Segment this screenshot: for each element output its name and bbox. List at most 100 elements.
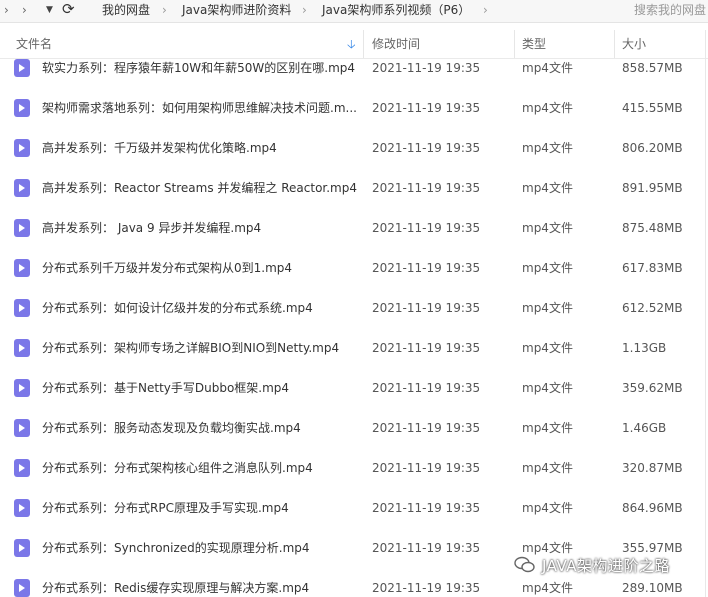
nav-back-icon[interactable]: › [4,0,9,22]
file-size: 1.13GB [622,341,667,355]
column-divider[interactable] [363,30,364,58]
video-file-icon [14,539,30,557]
file-name[interactable]: 高并发系列：Reactor Streams 并发编程之 Reactor.mp4 [42,178,360,198]
video-file-icon [14,379,30,397]
toolbar: › › ▼ ⟳ 我的网盘 › Java架构师进阶资料 › Java架构师系列视频… [0,0,708,23]
file-size: 612.52MB [622,301,683,315]
file-size: 858.57MB [622,61,683,75]
file-row[interactable]: 高并发系列：千万级并发架构优化策略.mp4 2021-11-19 19:35 mp4… [0,138,708,178]
refresh-icon[interactable]: ⟳ [62,0,75,22]
file-type: mp4文件 [522,461,573,475]
file-modified: 2021-11-19 19:35 [372,301,481,315]
file-row[interactable]: 分布式系列：架构师专场之详解BIO到NIO到Netty.mp4 2021-11-1… [0,338,708,378]
file-name[interactable]: 分布式系列：Redis缓存实现原理与解决方案.mp4 [42,578,360,597]
file-type: mp4文件 [522,221,573,235]
file-row[interactable]: 架构师需求落地系列：如何用架构师思维解决技术问题.m... 2021-11-19 … [0,98,708,138]
column-size-header[interactable]: 大小 [622,30,646,58]
history-dropdown-icon[interactable]: ▼ [46,0,53,22]
file-modified: 2021-11-19 19:35 [372,421,481,435]
watermark: JAVA架构进阶之路 [514,552,670,580]
file-row[interactable]: 分布式系列：基于Netty手写Dubbo框架.mp4 2021-11-19 19:… [0,378,708,418]
file-size: 1.46GB [622,421,667,435]
file-type: mp4文件 [522,581,573,595]
file-modified: 2021-11-19 19:35 [372,581,481,595]
file-type: mp4文件 [522,141,573,155]
video-file-icon [14,259,30,277]
file-list: 软实力系列：程序猿年薪10W和年薪50W的区别在哪.mp4 2021-11-19 … [0,58,708,597]
file-type: mp4文件 [522,61,573,75]
file-type: mp4文件 [522,181,573,195]
watermark-text: JAVA架构进阶之路 [542,557,671,575]
column-divider[interactable] [614,30,615,58]
file-modified: 2021-11-19 19:35 [372,541,481,555]
file-modified: 2021-11-19 19:35 [372,141,481,155]
file-name[interactable]: 分布式系列：如何设计亿级并发的分布式系统.mp4 [42,298,360,318]
file-name[interactable]: 分布式系列：分布式架构核心组件之消息队列.mp4 [42,458,360,478]
file-size: 320.87MB [622,461,683,475]
file-modified: 2021-11-19 19:35 [372,381,481,395]
column-modified-header[interactable]: 修改时间 [372,30,420,58]
video-file-icon [14,339,30,357]
video-file-icon [14,179,30,197]
search-input[interactable]: 搜索我的网盘 [634,0,706,22]
file-row[interactable]: 分布式系列：如何设计亿级并发的分布式系统.mp4 2021-11-19 19:35… [0,298,708,338]
file-row[interactable]: 分布式系列：分布式架构核心组件之消息队列.mp4 2021-11-19 19:35… [0,458,708,498]
video-file-icon [14,299,30,317]
video-file-icon [14,99,30,117]
file-modified: 2021-11-19 19:35 [372,101,481,115]
file-name[interactable]: 分布式系列：架构师专场之详解BIO到NIO到Netty.mp4 [42,338,360,358]
video-file-icon [14,579,30,597]
file-name[interactable]: 架构师需求落地系列：如何用架构师思维解决技术问题.m... [42,98,360,118]
video-file-icon [14,139,30,157]
nav-forward-icon[interactable]: › [22,0,27,22]
file-name[interactable]: 高并发系列：千万级并发架构优化策略.mp4 [42,138,360,158]
file-modified: 2021-11-19 19:35 [372,221,481,235]
file-type: mp4文件 [522,301,573,315]
file-modified: 2021-11-19 19:35 [372,341,481,355]
file-row[interactable]: 分布式系列：服务动态发现及负载均衡实战.mp4 2021-11-19 19:35 m… [0,418,708,458]
file-size: 289.10MB [622,581,683,595]
video-file-icon [14,499,30,517]
file-type: mp4文件 [522,421,573,435]
file-modified: 2021-11-19 19:35 [372,461,481,475]
file-name[interactable]: 高并发系列： Java 9 异步并发编程.mp4 [42,218,360,238]
file-row[interactable]: 软实力系列：程序猿年薪10W和年薪50W的区别在哪.mp4 2021-11-19 … [0,58,708,98]
breadcrumb-separator-icon: › [302,3,307,17]
file-row[interactable]: 分布式系列：分布式RPC原理及手写实现.mp4 2021-11-19 19:35 m… [0,498,708,538]
breadcrumb-item[interactable]: Java架构师进阶资料 [182,0,291,22]
file-modified: 2021-11-19 19:35 [372,501,481,515]
file-size: 875.48MB [622,221,683,235]
file-size: 415.55MB [622,101,683,115]
video-file-icon [14,219,30,237]
wechat-icon [514,556,535,573]
sort-arrow-icon[interactable]: 🡣 [347,30,356,58]
file-name[interactable]: 分布式系列：基于Netty手写Dubbo框架.mp4 [42,378,360,398]
column-name-header[interactable]: 文件名 [16,30,52,58]
file-type: mp4文件 [522,261,573,275]
file-name[interactable]: 分布式系列：分布式RPC原理及手写实现.mp4 [42,498,360,518]
file-name[interactable]: 分布式系列：服务动态发现及负载均衡实战.mp4 [42,418,360,438]
file-size: 359.62MB [622,381,683,395]
column-divider[interactable] [514,30,515,58]
breadcrumb-item[interactable]: 我的网盘 [102,0,150,22]
video-file-icon [14,419,30,437]
file-name[interactable]: 分布式系列：Synchronized的实现原理分析.mp4 [42,538,360,558]
column-header: 文件名 🡣 修改时间 类型 大小 [0,30,708,59]
file-name[interactable]: 软实力系列：程序猿年薪10W和年薪50W的区别在哪.mp4 [42,58,360,78]
file-modified: 2021-11-19 19:35 [372,181,481,195]
file-modified: 2021-11-19 19:35 [372,261,481,275]
file-row[interactable]: 分布式系列千万级并发分布式架构从0到1.mp4 2021-11-19 19:35 m… [0,258,708,298]
column-type-header[interactable]: 类型 [522,30,546,58]
file-type: mp4文件 [522,381,573,395]
video-file-icon [14,59,30,77]
file-type: mp4文件 [522,341,573,355]
file-modified: 2021-11-19 19:35 [372,61,481,75]
breadcrumb-item[interactable]: Java架构师系列视频（P6） [322,0,470,22]
file-row[interactable]: 高并发系列：Reactor Streams 并发编程之 Reactor.mp4 2… [0,178,708,218]
file-size: 864.96MB [622,501,683,515]
file-name[interactable]: 分布式系列千万级并发分布式架构从0到1.mp4 [42,258,360,278]
file-row[interactable]: 分布式系列：Redis缓存实现原理与解决方案.mp4 2021-11-19 19:… [0,578,708,597]
file-type: mp4文件 [522,101,573,115]
file-row[interactable]: 高并发系列： Java 9 异步并发编程.mp4 2021-11-19 19:35… [0,218,708,258]
file-size: 891.95MB [622,181,683,195]
